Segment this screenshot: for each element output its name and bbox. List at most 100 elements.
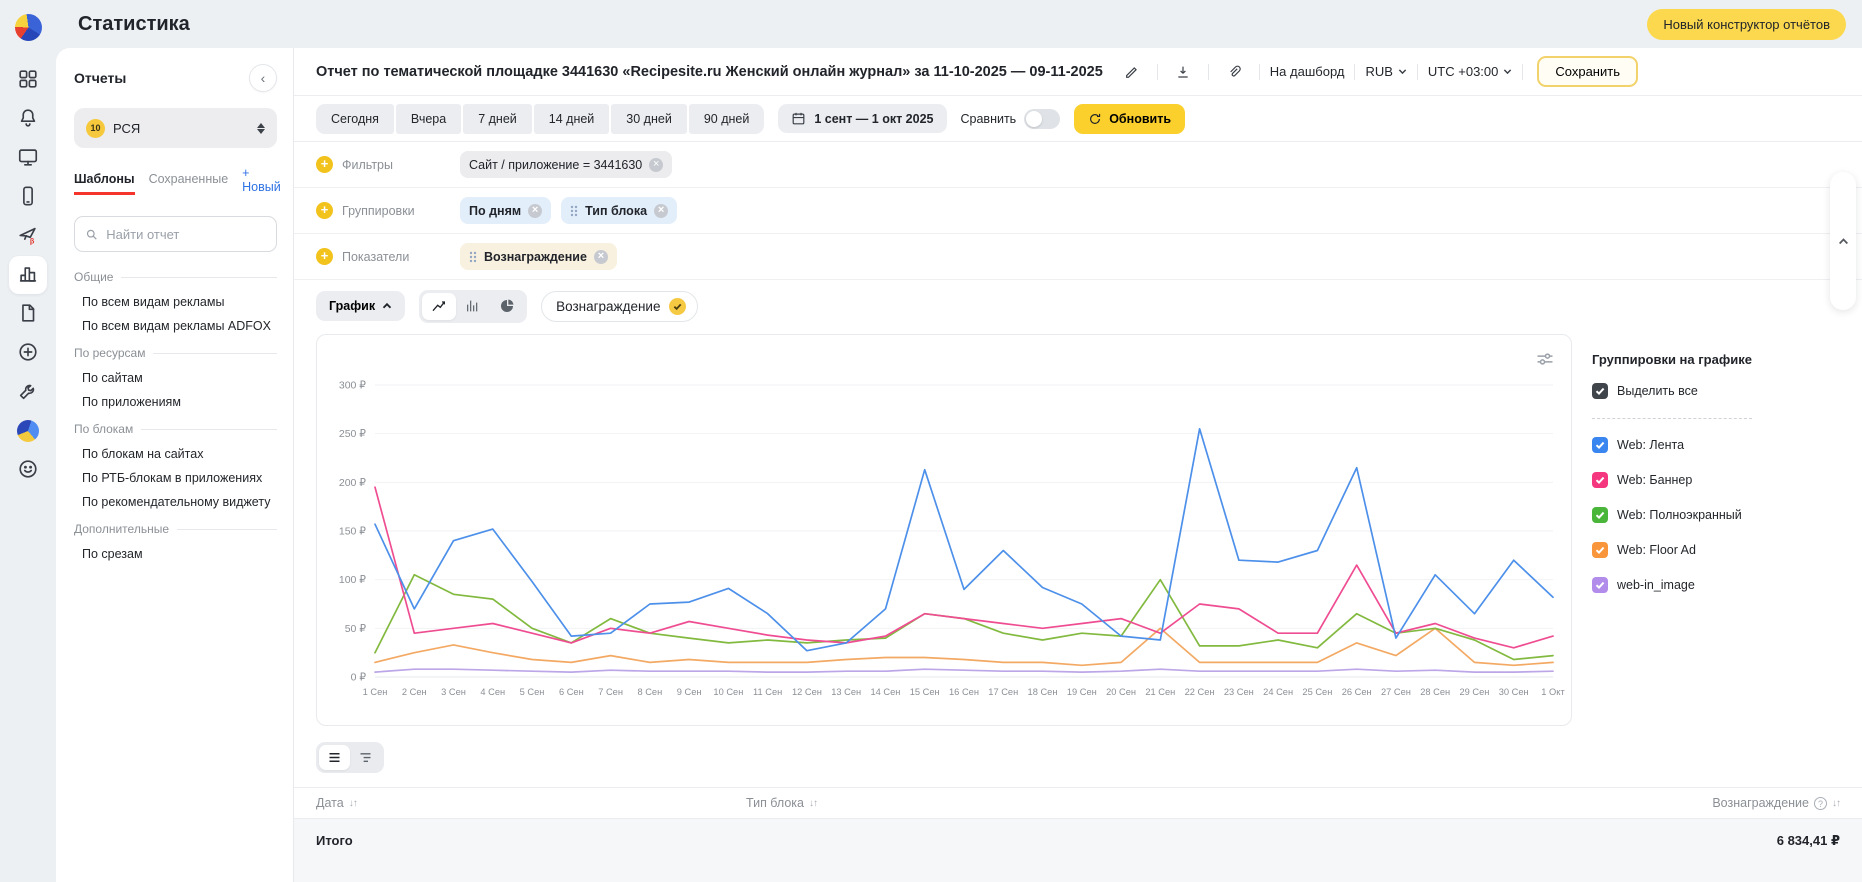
sort-icon[interactable]: ↓↑	[349, 798, 357, 809]
metric-chip[interactable]: Вознаграждение	[541, 291, 698, 322]
legend-item-checkbox[interactable]: Web: Баннер	[1592, 472, 1862, 488]
column-header-block-type[interactable]: Тип блока↓↑	[746, 796, 1712, 810]
sidebar-section-title: По блокам	[74, 422, 277, 436]
filter-chip[interactable]: Тип блока×	[561, 197, 677, 224]
download-icon[interactable]	[1168, 59, 1198, 85]
sidebar-item[interactable]: По всем видам рекламы	[74, 290, 277, 314]
filter-chip[interactable]: Вознаграждение×	[460, 243, 617, 270]
line-chart[interactable]: 0 ₽50 ₽100 ₽150 ₽200 ₽250 ₽300 ₽1 Сен2 С…	[317, 335, 1571, 725]
table-total-row: Итого 6 834,41 ₽	[294, 819, 1862, 882]
sidebar-section: По ресурсамПо сайтамПо приложениям	[74, 346, 277, 414]
rail-item-wrench[interactable]	[9, 373, 47, 411]
checkbox-icon	[1592, 472, 1608, 488]
remove-chip-icon[interactable]: ×	[654, 204, 668, 218]
checkbox-icon	[1592, 383, 1608, 399]
calendar-range-button[interactable]: 1 сент — 1 окт 2025	[778, 104, 946, 133]
quick-range-button[interactable]: 30 дней	[611, 104, 687, 134]
sort-icon[interactable]: ↓↑	[1832, 798, 1840, 809]
report-search[interactable]	[74, 216, 277, 252]
line-chart-type-button[interactable]	[422, 293, 456, 320]
svg-text:28 Сен: 28 Сен	[1420, 687, 1450, 697]
sidebar-item[interactable]: По РТБ-блокам в приложениях	[74, 466, 277, 490]
quick-range-button[interactable]: Сегодня	[316, 104, 394, 134]
search-input[interactable]	[106, 227, 266, 242]
svg-text:150 ₽: 150 ₽	[339, 526, 366, 538]
graph-collapse-button[interactable]: График	[316, 291, 405, 321]
rail-item-phone[interactable]	[9, 178, 47, 216]
svg-text:30 Сен: 30 Сен	[1499, 687, 1529, 697]
tab-templates[interactable]: Шаблоны	[74, 172, 135, 195]
nav-rail: β	[0, 0, 56, 882]
compare-toggle[interactable]	[1024, 109, 1060, 129]
sidebar-item[interactable]: По сайтам	[74, 366, 277, 390]
sidebar-section: По блокам По блокам на сайтахПо РТБ-блока…	[74, 422, 277, 514]
legend-item-checkbox[interactable]: Web: Лента	[1592, 437, 1862, 453]
section-divider	[141, 429, 277, 430]
legend-item-checkbox[interactable]: web-in_image	[1592, 577, 1862, 593]
add-icon[interactable]: +	[316, 202, 333, 219]
refresh-button[interactable]: Обновить	[1074, 104, 1185, 134]
quick-range-button[interactable]: 14 дней	[534, 104, 610, 134]
svg-text:β: β	[30, 236, 35, 245]
rail-item-promo-beta[interactable]: β	[9, 217, 47, 255]
legend-title: Группировки на графике	[1592, 352, 1862, 367]
filter-chip[interactable]: Сайт / приложение = 3441630×	[460, 151, 672, 178]
legend-item-checkbox[interactable]: Web: Полноэкранный	[1592, 507, 1862, 523]
legend-item-label: Web: Полноэкранный	[1617, 508, 1742, 522]
column-header-reward[interactable]: Вознаграждение?↓↑	[1712, 796, 1840, 810]
rail-item-network-globe[interactable]	[9, 412, 47, 450]
legend-item-checkbox[interactable]: Web: Floor Ad	[1592, 542, 1862, 558]
rail-item-plus-circle[interactable]	[9, 334, 47, 372]
rail-item-grid[interactable]	[9, 61, 47, 99]
sidebar-collapse-button[interactable]: ‹	[249, 64, 277, 92]
tab-saved[interactable]: Сохраненные	[149, 172, 229, 195]
series-web-in_image[interactable]	[375, 669, 1553, 672]
quick-range-button[interactable]: 90 дней	[689, 104, 765, 134]
remove-chip-icon[interactable]: ×	[649, 158, 663, 172]
drag-handle-icon[interactable]	[570, 205, 578, 217]
rail-item-bar-chart[interactable]	[9, 256, 47, 294]
remove-chip-icon[interactable]: ×	[594, 250, 608, 264]
collapse-panel-pill[interactable]	[1830, 172, 1856, 310]
new-report-link[interactable]: + Новый	[242, 166, 281, 200]
series-Web: Floor Ad[interactable]	[375, 628, 1553, 665]
tree-view-button[interactable]	[350, 745, 381, 770]
rail-item-smiley[interactable]	[9, 451, 47, 489]
rail-item-bell[interactable]	[9, 100, 47, 138]
chart-type-segment	[419, 290, 527, 323]
sort-icon[interactable]: ↓↑	[809, 798, 817, 809]
column-header-date[interactable]: Дата↓↑	[316, 796, 746, 810]
sidebar-item[interactable]: По всем видам рекламы ADFOX	[74, 314, 277, 338]
chart-settings-icon[interactable]	[1535, 349, 1555, 369]
new-report-constructor-button[interactable]: Новый конструктор отчётов	[1647, 9, 1846, 40]
bar-chart-type-button[interactable]	[456, 293, 490, 320]
legend-item-label: Web: Floor Ad	[1617, 543, 1696, 557]
drag-handle-icon[interactable]	[469, 251, 477, 263]
save-button[interactable]: Сохранить	[1537, 56, 1638, 87]
sidebar-item[interactable]: По рекомендательному виджету	[74, 490, 277, 514]
timezone-select[interactable]: UTC +03:00	[1428, 64, 1512, 79]
flat-list-view-button[interactable]	[319, 745, 350, 770]
add-icon[interactable]: +	[316, 248, 333, 265]
quick-range-button[interactable]: Вчера	[396, 104, 461, 134]
sidebar-item[interactable]: По приложениям	[74, 390, 277, 414]
sidebar-item[interactable]: По блокам на сайтах	[74, 442, 277, 466]
rail-item-document[interactable]	[9, 295, 47, 333]
filter-chip[interactable]: По дням×	[460, 197, 551, 224]
add-icon[interactable]: +	[316, 156, 333, 173]
select-all-checkbox[interactable]: Выделить все	[1592, 383, 1862, 399]
link-icon[interactable]	[1219, 59, 1249, 85]
remove-chip-icon[interactable]: ×	[528, 204, 542, 218]
product-select[interactable]: 10 РСЯ	[74, 108, 277, 148]
quick-range-button[interactable]: 7 дней	[463, 104, 532, 134]
rail-item-monitor[interactable]	[9, 139, 47, 177]
pie-chart-type-button[interactable]	[490, 293, 524, 320]
edit-icon[interactable]	[1117, 59, 1147, 85]
to-dashboard-link[interactable]: На дашборд	[1270, 64, 1345, 79]
sidebar-item[interactable]: По срезам	[74, 542, 277, 566]
currency-select[interactable]: RUB	[1365, 64, 1406, 79]
series-Web: Лента[interactable]	[375, 429, 1553, 651]
help-icon[interactable]: ?	[1814, 797, 1827, 810]
total-label: Итого	[316, 833, 353, 882]
rail-item-yandex-logo[interactable]	[9, 8, 47, 46]
